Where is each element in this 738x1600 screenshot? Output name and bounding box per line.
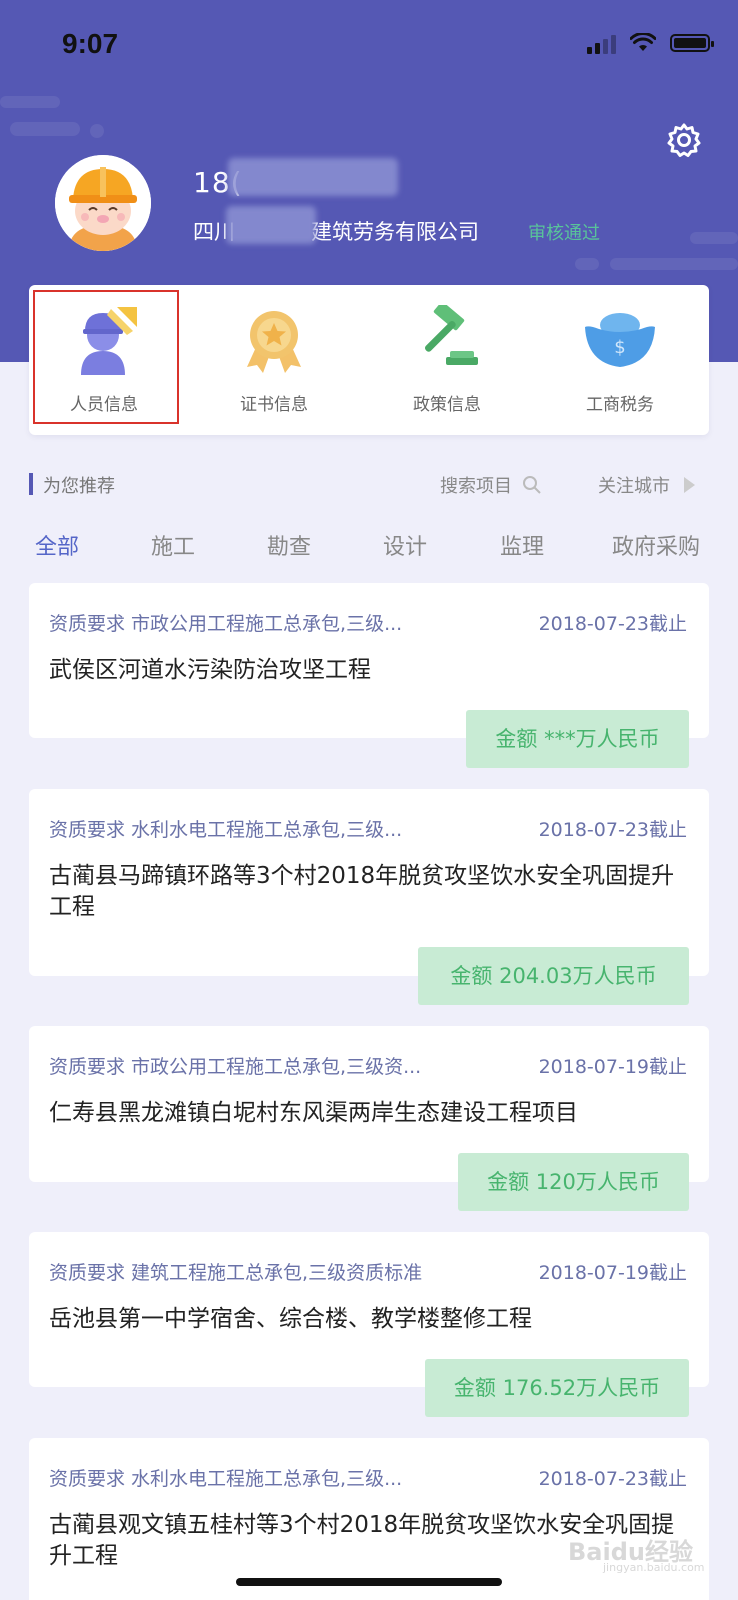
deadline: 2018-07-19截止 xyxy=(538,1056,687,1078)
amount-badge: 金额 204.03万人民币 xyxy=(418,947,689,1005)
triangle-right-icon xyxy=(683,477,695,493)
follow-city-link[interactable]: 关注城市 xyxy=(598,472,696,498)
status-icons xyxy=(587,32,714,54)
recommend-title: 为您推荐 xyxy=(43,476,115,497)
amount-badge: 金额 ***万人民币 xyxy=(466,710,689,768)
menu-label: 工商税务 xyxy=(586,395,654,415)
tab-supervision[interactable]: 监理 xyxy=(500,529,544,561)
company-suffix: 建筑劳务有限公司 xyxy=(311,220,479,244)
project-title: 仁寿县黑龙滩镇白坭村东风渠两岸生态建设工程项目 xyxy=(49,1100,578,1126)
tab-construction[interactable]: 施工 xyxy=(151,529,195,561)
tab-government-procurement[interactable]: 政府采购 xyxy=(612,529,700,561)
menu-item-policy[interactable]: 政策信息 xyxy=(372,285,522,425)
highlight-box xyxy=(33,290,179,424)
tab-all[interactable]: 全部 xyxy=(35,529,79,561)
privacy-blur-company xyxy=(226,206,316,244)
project-title: 武侯区河道水污染防治攻坚工程 xyxy=(49,657,371,683)
project-title: 岳池县第一中学宿舍、综合楼、教学楼整修工程 xyxy=(49,1306,532,1332)
svg-text:$: $ xyxy=(614,337,625,358)
qualification-requirement: 资质要求 市政公用工程施工总承包,三级... xyxy=(49,613,403,635)
search-project-link[interactable]: 搜索项目 xyxy=(440,472,542,498)
privacy-blur xyxy=(228,158,398,196)
gavel-icon xyxy=(424,305,478,365)
tab-survey[interactable]: 勘查 xyxy=(267,529,311,561)
audit-status-badge: 审核通过 xyxy=(528,223,600,244)
qualification-requirement: 资质要求 市政公用工程施工总承包,三级资... xyxy=(49,1056,422,1078)
menu-label: 证书信息 xyxy=(240,395,308,415)
menu-item-certificate[interactable]: 证书信息 xyxy=(199,285,349,425)
home-indicator[interactable] xyxy=(236,1578,502,1586)
wifi-icon xyxy=(630,33,656,51)
tab-design[interactable]: 设计 xyxy=(383,529,427,561)
deadline: 2018-07-23截止 xyxy=(538,1468,687,1490)
deadline: 2018-07-23截止 xyxy=(538,819,687,841)
menu-label: 政策信息 xyxy=(413,395,481,415)
search-icon xyxy=(522,476,541,494)
deadline: 2018-07-19截止 xyxy=(538,1262,687,1284)
qualification-requirement: 资质要求 水利水电工程施工总承包,三级... xyxy=(49,819,403,841)
project-title: 古蔺县马蹄镇环路等3个村2018年脱贫攻坚饮水安全巩固提升工程 xyxy=(49,863,675,920)
watermark-url: jingyan.baidu.com xyxy=(603,1561,705,1574)
amount-badge: 金额 120万人民币 xyxy=(458,1153,689,1211)
medal-icon xyxy=(247,311,301,373)
qualification-requirement: 资质要求 建筑工程施工总承包,三级资质标准 xyxy=(49,1262,423,1284)
worker-avatar-icon xyxy=(55,155,151,251)
avatar[interactable] xyxy=(55,155,151,251)
ingot-icon: $ xyxy=(585,313,655,367)
section-bar xyxy=(29,473,33,495)
search-label: 搜索项目 xyxy=(440,476,512,497)
signal-icon xyxy=(587,32,616,54)
amount-badge: 金额 176.52万人民币 xyxy=(425,1359,689,1417)
menu-item-business-tax[interactable]: $ 工商税务 xyxy=(545,285,695,425)
battery-icon xyxy=(670,34,714,52)
gear-icon[interactable] xyxy=(666,122,702,158)
follow-label: 关注城市 xyxy=(598,476,670,497)
status-time: 9:07 xyxy=(62,28,119,59)
qualification-requirement: 资质要求 水利水电工程施工总承包,三级... xyxy=(49,1468,403,1490)
project-card[interactable]: 资质要求 水利水电工程施工总承包,三级... 2018-07-23截止 古蔺县观… xyxy=(29,1438,709,1600)
deadline: 2018-07-23截止 xyxy=(538,613,687,635)
